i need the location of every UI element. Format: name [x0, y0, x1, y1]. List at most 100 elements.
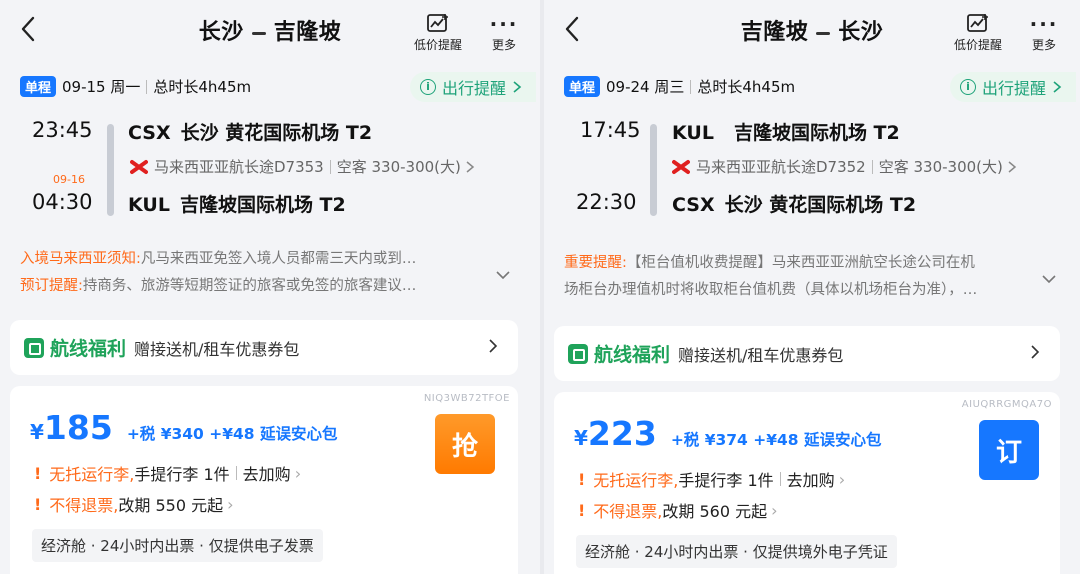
notice-text: 场柜台办理值机时将收取柜台值机费（具体以机场柜台为准），…	[564, 282, 978, 298]
notices[interactable]: 重要提醒:【柜台值机收费提醒】马来西亚亚洲航空长途公司在机 场柜台办理值机时将收…	[564, 250, 1034, 304]
tax-info: +税 ¥374 +¥48 延误安心包	[670, 431, 882, 449]
timeline-bar	[650, 124, 657, 216]
title-to: 长沙	[838, 20, 884, 45]
price-amount: 223	[587, 414, 657, 453]
title-dash	[251, 31, 266, 35]
benefit-title: 航线福利	[594, 344, 671, 366]
chevron-right-icon	[489, 339, 498, 353]
refund-rule[interactable]: ! 不得退票, 改期 550 元起 ›	[34, 492, 234, 516]
price-alert-label: 低价提醒	[953, 38, 1002, 52]
departure-airport-name: 吉隆坡国际机场 T2	[733, 122, 900, 144]
benefit-desc: 赠接送机/租车优惠券包	[678, 345, 844, 365]
chevron-right-icon: ›	[294, 463, 302, 483]
trip-date: 09-24 周三	[606, 78, 685, 96]
product-id: AIUQRRGMQA7O	[961, 399, 1052, 410]
warning-icon: !	[578, 469, 586, 489]
trip-date: 09-15 周一	[62, 78, 141, 96]
baggage-detail: 手提行李 1件	[678, 471, 774, 490]
product-id: NIQ3WB72TFOE	[423, 393, 510, 404]
price-amount: 185	[43, 408, 113, 447]
warning-icon: !	[578, 500, 586, 520]
notice-text: 【柜台值机收费提醒】马来西亚亚洲航空长途公司在机	[626, 255, 975, 271]
notice-key: 预订提醒:	[20, 278, 83, 294]
airline-logo-icon	[130, 159, 148, 174]
title-from: 长沙	[198, 20, 244, 45]
divider	[146, 79, 148, 94]
fare-card: AIUQRRGMQA7O ¥ 223 +税 ¥374 +¥48 延误安心包 订 …	[554, 392, 1060, 574]
travel-reminder-button[interactable]: i 出行提醒	[409, 72, 536, 102]
info-icon: i	[419, 79, 436, 95]
arrival-time: 22:30	[576, 190, 637, 214]
route-benefit-card[interactable]: 航线福利 赠接送机/租车优惠券包	[10, 320, 518, 375]
gift-icon	[568, 343, 588, 364]
baggage-rule[interactable]: ! 无托运行李, 手提行李 1件 去加购 ›	[34, 461, 301, 485]
trip-duration: 总时长4h45m	[153, 78, 252, 96]
arrival-code: KUL	[128, 194, 170, 216]
price-alert-icon	[427, 14, 448, 32]
departure-airport: KUL 吉隆坡国际机场 T2	[672, 118, 900, 145]
notice-row: 重要提醒:【柜台值机收费提醒】马来西亚亚洲航空长途公司在机	[564, 250, 1034, 277]
departure-time: 17:45	[580, 118, 641, 142]
header: 吉隆坡 长沙 低价提醒 ··· 更多	[544, 0, 1080, 62]
gift-icon	[24, 337, 44, 358]
tax-info: +税 ¥340 +¥48 延误安心包	[126, 425, 338, 443]
departure-code: CSX	[128, 122, 171, 144]
timeline-bar	[107, 124, 114, 216]
more-button[interactable]: ··· 更多	[1026, 12, 1062, 53]
price-alert-button[interactable]: 低价提醒	[948, 12, 1008, 53]
warning-icon: !	[34, 463, 42, 483]
notices[interactable]: 入境马来西亚须知:凡马来西亚免签入境人员都需三天内或到… 预订提醒:持商务、旅游…	[20, 246, 490, 300]
travel-reminder-button[interactable]: i 出行提醒	[949, 72, 1076, 102]
chevron-right-icon: ›	[838, 469, 846, 489]
title-from: 吉隆坡	[740, 20, 809, 45]
chevron-right-icon	[1053, 81, 1062, 93]
chevron-down-icon[interactable]	[494, 266, 512, 284]
airline-logo-icon	[672, 159, 690, 174]
chevron-right-icon	[466, 160, 475, 173]
baggage-action: 去加购	[786, 471, 835, 490]
notice-key: 入境马来西亚须知:	[20, 251, 141, 267]
arrival-time: 04:30	[32, 190, 93, 214]
price-alert-button[interactable]: 低价提醒	[408, 12, 468, 53]
airline-info[interactable]: 马来西亚亚航长途D7352 空客 330-300(大)	[672, 156, 1017, 177]
chevron-right-icon: ›	[771, 500, 778, 520]
departure-code: KUL	[672, 122, 714, 144]
airline-flight: 马来西亚亚航长途D7353	[154, 158, 324, 176]
arrival-airport: CSX 长沙 黄花国际机场 T2	[672, 190, 916, 217]
trip-duration: 总时长4h45m	[697, 78, 796, 96]
more-icon: ···	[489, 12, 519, 36]
chevron-down-icon[interactable]	[1040, 270, 1058, 288]
route-benefit-card[interactable]: 航线福利 赠接送机/租车优惠券包	[554, 326, 1060, 381]
title-to: 吉隆坡	[273, 20, 342, 45]
travel-reminder-label: 出行提醒	[981, 79, 1046, 98]
baggage-warning: 无托运行李,	[593, 471, 679, 490]
refund-detail: 改期 560 元起	[662, 502, 768, 521]
book-button[interactable]: 抢	[435, 414, 495, 474]
baggage-rule[interactable]: ! 无托运行李, 手提行李 1件 去加购 ›	[578, 467, 845, 491]
baggage-detail: 手提行李 1件	[134, 465, 230, 484]
refund-warning: 不得退票,	[49, 496, 119, 515]
divider	[235, 466, 237, 480]
trip-type-tag: 单程	[564, 76, 601, 97]
title-dash	[816, 31, 831, 35]
baggage-action: 去加购	[242, 465, 291, 484]
divider	[690, 79, 692, 94]
price-alert-label: 低价提醒	[413, 38, 462, 52]
notice-row: 入境马来西亚须知:凡马来西亚免签入境人员都需三天内或到…	[20, 246, 490, 273]
chevron-right-icon: ›	[227, 494, 234, 514]
notice-text: 凡马来西亚免签入境人员都需三天内或到…	[140, 251, 417, 267]
more-button[interactable]: ··· 更多	[486, 12, 522, 53]
refund-rule[interactable]: ! 不得退票, 改期 560 元起 ›	[578, 498, 778, 522]
more-icon: ···	[1029, 12, 1059, 36]
trip-type-tag: 单程	[20, 76, 57, 97]
travel-reminder-label: 出行提醒	[441, 79, 506, 98]
airline-info[interactable]: 马来西亚亚航长途D7353 空客 330-300(大)	[130, 156, 475, 177]
benefit-desc: 赠接送机/租车优惠券包	[134, 339, 300, 359]
currency: ¥	[574, 426, 588, 450]
airline-flight: 马来西亚亚航长途D7352	[696, 158, 866, 176]
book-button[interactable]: 订	[979, 420, 1039, 480]
divider	[329, 159, 331, 174]
divider	[871, 159, 873, 174]
refund-detail: 改期 550 元起	[118, 496, 224, 515]
chevron-right-icon	[513, 81, 522, 93]
